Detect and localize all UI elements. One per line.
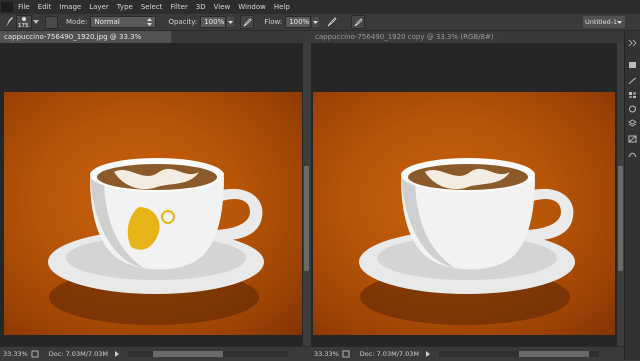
workspace-value: Untitled-1	[585, 18, 618, 26]
layers-icon[interactable]	[628, 119, 637, 127]
info-icon[interactable]	[628, 105, 637, 113]
document-window-left: cappuccino-756490_1920.jpg @ 33.3% (RGB/…	[0, 31, 310, 346]
menu-filter[interactable]: Filter	[166, 0, 191, 14]
status-bar-right: 33.33% Doc: 7.03M/7.03M	[311, 346, 624, 361]
brush-panel-toggle-icon[interactable]	[45, 15, 58, 29]
airbrush-icon[interactable]	[327, 17, 337, 27]
mode-select[interactable]: Normal	[90, 16, 157, 28]
menu-image[interactable]: Image	[55, 0, 85, 14]
status-share-icon[interactable]	[342, 350, 350, 358]
opacity-label: Opacity:	[168, 18, 198, 26]
workspace-select[interactable]: Untitled-1	[583, 16, 625, 28]
menu-file[interactable]: File	[14, 0, 34, 14]
mode-label: Mode:	[66, 18, 88, 26]
doc-size: Doc: 7.03M/7.03M	[48, 350, 108, 358]
brush-tip-icon	[22, 17, 26, 21]
chevron-down-icon[interactable]	[312, 17, 320, 27]
chevron-down-icon[interactable]	[33, 19, 39, 25]
brush-tool-icon	[6, 17, 13, 27]
menu-edit[interactable]: Edit	[34, 0, 56, 14]
opacity-input[interactable]: 100%	[200, 16, 227, 28]
doc-size: Doc: 7.03M/7.03M	[359, 350, 419, 358]
pen-pressure-size-icon	[354, 17, 363, 26]
zoom-level[interactable]: 33.33%	[3, 350, 28, 358]
options-bar: 175 Mode: Normal Opacity: 100% Flow: 100…	[0, 14, 640, 31]
vertical-scrollbar-thumb[interactable]	[618, 166, 623, 271]
flow-input[interactable]: 100%	[285, 16, 312, 28]
menu-view[interactable]: View	[210, 0, 235, 14]
paths-icon[interactable]	[628, 151, 637, 159]
panel-dock	[624, 31, 640, 360]
horizontal-scrollbar[interactable]	[127, 351, 288, 357]
horizontal-scrollbar-thumb[interactable]	[518, 351, 589, 357]
chevron-down-icon	[617, 21, 622, 24]
menu-layer[interactable]: Layer	[85, 0, 113, 14]
adjustments-icon[interactable]	[628, 135, 637, 143]
brush-size-value: 175	[18, 23, 29, 29]
menu-help[interactable]: Help	[270, 0, 294, 14]
flow-label: Flow:	[264, 18, 283, 26]
photo-canvas[interactable]	[313, 92, 615, 335]
menu-3d[interactable]: 3D	[192, 0, 210, 14]
status-bar-left: 33.33% Doc: 7.03M/7.03M	[0, 346, 310, 361]
brush-preset-picker[interactable]: 175	[4, 15, 39, 29]
tab-document-original[interactable]: cappuccino-756490_1920.jpg @ 33.3% (RGB/…	[0, 31, 171, 53]
menu-window[interactable]: Window	[234, 0, 270, 14]
horizontal-scrollbar[interactable]	[438, 351, 599, 357]
history-icon[interactable]	[628, 61, 637, 69]
cup-image	[359, 158, 575, 325]
chevron-updown-icon	[147, 18, 153, 26]
chevron-down-icon[interactable]	[227, 17, 235, 27]
menu-select[interactable]: Select	[137, 0, 167, 14]
vertical-scrollbar-thumb[interactable]	[304, 166, 309, 271]
pressure-opacity-icon[interactable]	[240, 15, 255, 29]
photo-canvas[interactable]	[4, 92, 302, 335]
tab-document-copy[interactable]: cappuccino-756490_1920 copy @ 33.3% (RGB…	[311, 31, 499, 53]
horizontal-scrollbar-thumb[interactable]	[152, 351, 223, 357]
photoshop-logo-icon[interactable]	[0, 1, 14, 13]
menu-type[interactable]: Type	[113, 0, 137, 14]
pen-pressure-icon	[243, 17, 252, 26]
swatches-icon[interactable]	[628, 91, 637, 99]
status-share-icon[interactable]	[31, 350, 39, 358]
brush-panel-icon[interactable]	[628, 77, 637, 85]
chevron-right-icon[interactable]	[425, 350, 431, 358]
collapse-panels-icon[interactable]	[628, 39, 637, 47]
zoom-level[interactable]: 33.33%	[314, 350, 339, 358]
brush-size-swatch[interactable]: 175	[16, 15, 32, 29]
mode-value: Normal	[94, 18, 120, 26]
chevron-right-icon[interactable]	[114, 350, 120, 358]
document-window-right: cappuccino-756490_1920 copy @ 33.3% (RGB…	[311, 31, 624, 346]
pressure-size-icon[interactable]	[351, 15, 366, 29]
menu-bar: File Edit Image Layer Type Select Filter…	[0, 0, 640, 14]
cup-image	[48, 158, 264, 325]
